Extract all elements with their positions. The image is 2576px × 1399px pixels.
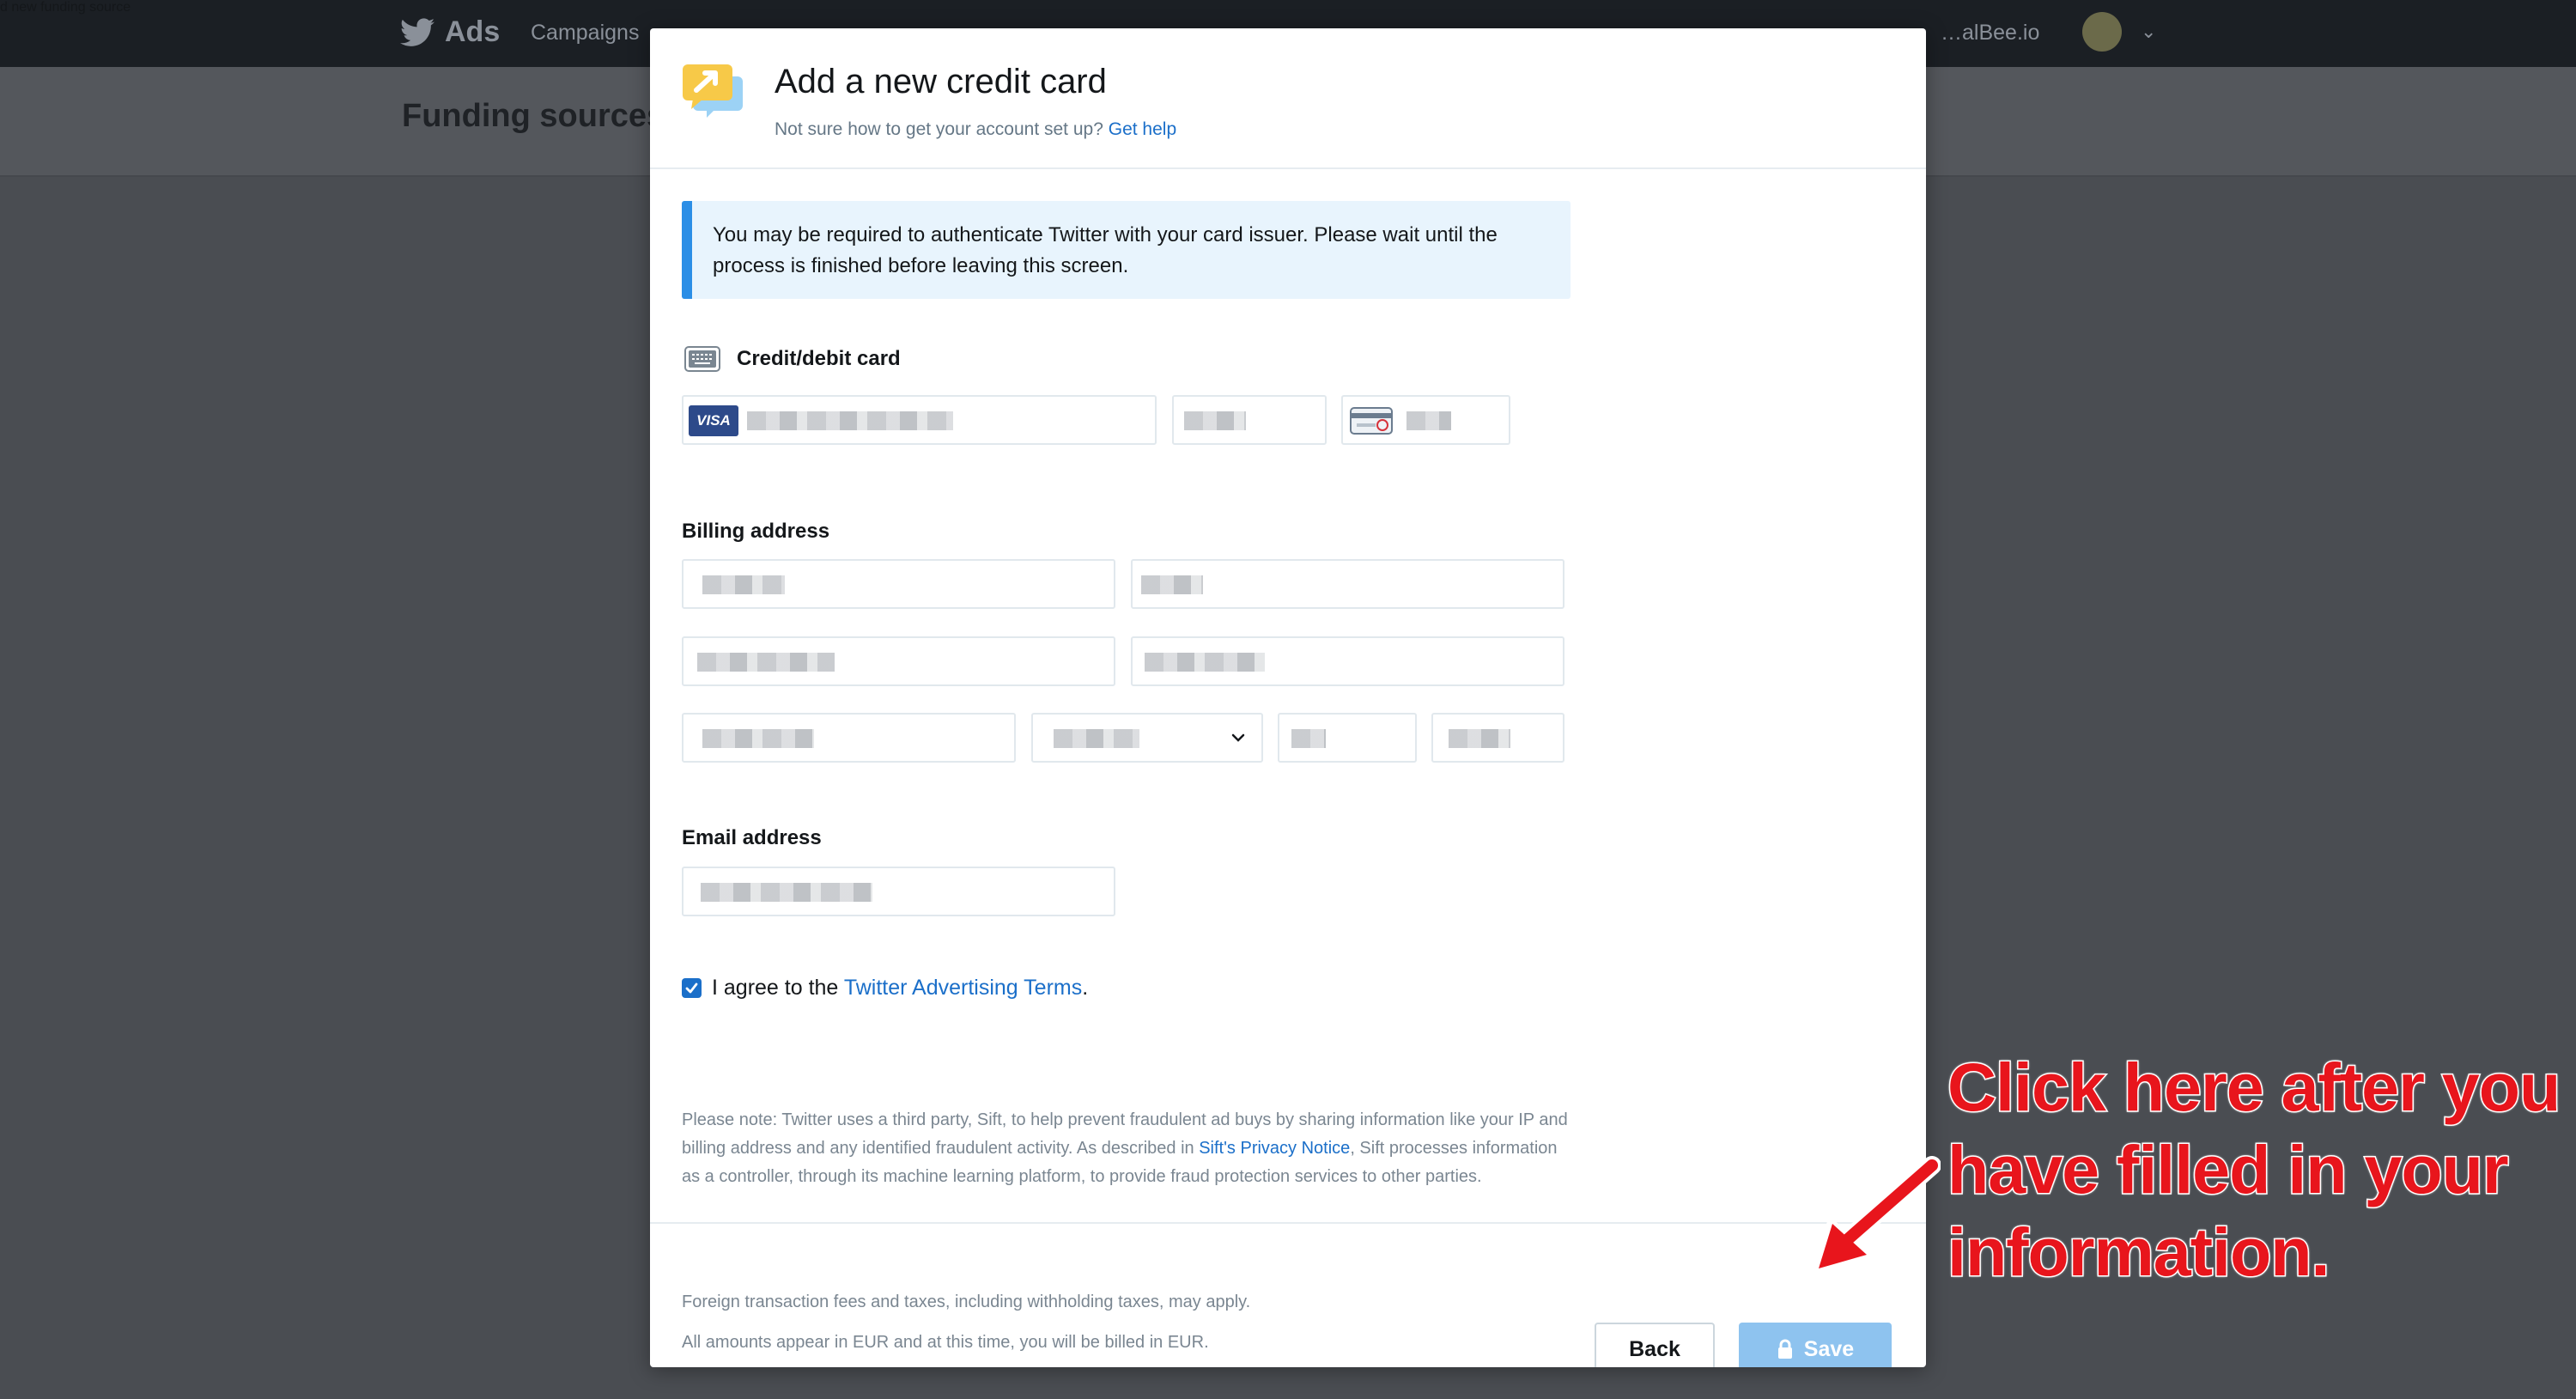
- sift-privacy-notice-link[interactable]: Sift's Privacy Notice: [1199, 1139, 1350, 1158]
- red-arrow-icon: [1812, 1156, 1941, 1275]
- user-menu[interactable]: ⌄: [2082, 12, 2156, 52]
- brand[interactable]: Ads: [400, 15, 500, 49]
- add-funding-source-label: d new funding source: [0, 0, 131, 15]
- redacted-value: [1291, 729, 1326, 748]
- region-input[interactable]: [1278, 713, 1417, 763]
- account-switcher[interactable]: …alBee.io: [1941, 21, 2039, 46]
- chevron-down-icon: ⌄: [2141, 21, 2157, 42]
- terms-agreement: I agree to the Twitter Advertising Terms…: [682, 976, 1088, 1001]
- city-input[interactable]: [682, 713, 1016, 763]
- checkmark-icon: [685, 982, 698, 994]
- billing-address-label: Billing address: [682, 520, 830, 543]
- terms-text: I agree to the Twitter Advertising Terms…: [712, 976, 1088, 1001]
- instruction-annotation: Click here after you have filled in your…: [1947, 1048, 2562, 1292]
- add-credit-card-dialog: Add a new credit card Not sure how to ge…: [650, 28, 1926, 1367]
- card-number-input[interactable]: VISA: [682, 395, 1157, 445]
- keyboard-card-icon: [684, 346, 720, 372]
- first-name-input[interactable]: [682, 559, 1115, 609]
- redacted-value: [702, 575, 785, 594]
- advertising-terms-link[interactable]: Twitter Advertising Terms: [844, 976, 1082, 1000]
- back-button[interactable]: Back: [1595, 1323, 1715, 1367]
- subtitle-text: Not sure how to get your account set up?: [775, 119, 1103, 139]
- save-label: Save: [1803, 1336, 1855, 1361]
- nav-campaigns[interactable]: Campaigns: [531, 21, 639, 46]
- currency-note: All amounts appear in EUR and at this ti…: [682, 1333, 1209, 1352]
- last-name-input[interactable]: [1131, 559, 1564, 609]
- redacted-value: [702, 729, 814, 748]
- redacted-value: [1141, 575, 1203, 594]
- card-expiry-input[interactable]: [1172, 395, 1327, 445]
- cvc-card-icon: [1350, 407, 1393, 435]
- privacy-fine-print: Please note: Twitter uses a third party,…: [682, 1106, 1575, 1191]
- country-select[interactable]: [1031, 713, 1263, 763]
- redacted-value: [1054, 729, 1139, 748]
- redacted-value: [701, 883, 872, 902]
- credit-card-section-label: Credit/debit card: [737, 347, 901, 370]
- redacted-value: [1449, 729, 1510, 748]
- terms-checkbox[interactable]: [682, 978, 702, 998]
- twitter-bird-icon: [400, 17, 434, 46]
- dialog-footer: Foreign transaction fees and taxes, incl…: [650, 1222, 1926, 1367]
- lock-icon: [1777, 1339, 1792, 1359]
- avatar: [2082, 12, 2122, 52]
- get-help-link[interactable]: Get help: [1109, 119, 1176, 139]
- redacted-value: [1145, 653, 1265, 672]
- foreign-fees-note: Foreign transaction fees and taxes, incl…: [682, 1293, 1251, 1311]
- brand-label: Ads: [445, 15, 501, 48]
- terms-prefix: I agree to the: [712, 976, 839, 1000]
- dialog-subtitle: Not sure how to get your account set up?…: [775, 119, 1176, 140]
- redacted-value: [697, 653, 835, 672]
- visa-icon: VISA: [689, 405, 738, 436]
- email-input[interactable]: [682, 867, 1115, 916]
- card-cvc-input[interactable]: [1341, 395, 1510, 445]
- authentication-notice: You may be required to authenticate Twit…: [682, 201, 1571, 299]
- dialog-header: Add a new credit card Not sure how to ge…: [650, 28, 1926, 169]
- terms-suffix: .: [1082, 976, 1089, 1000]
- chevron-down-icon: [1231, 733, 1245, 742]
- address-line-1-input[interactable]: [682, 636, 1115, 686]
- page-title: Funding sources: [402, 98, 665, 134]
- postal-code-input[interactable]: [1431, 713, 1564, 763]
- address-line-2-input[interactable]: [1131, 636, 1564, 686]
- redacted-value: [1184, 411, 1246, 430]
- dialog-title: Add a new credit card: [775, 63, 1107, 100]
- save-button[interactable]: Save: [1739, 1323, 1892, 1367]
- email-address-label: Email address: [682, 826, 822, 849]
- redacted-value: [747, 411, 953, 430]
- chat-arrow-icon: [683, 64, 743, 118]
- redacted-value: [1406, 411, 1451, 430]
